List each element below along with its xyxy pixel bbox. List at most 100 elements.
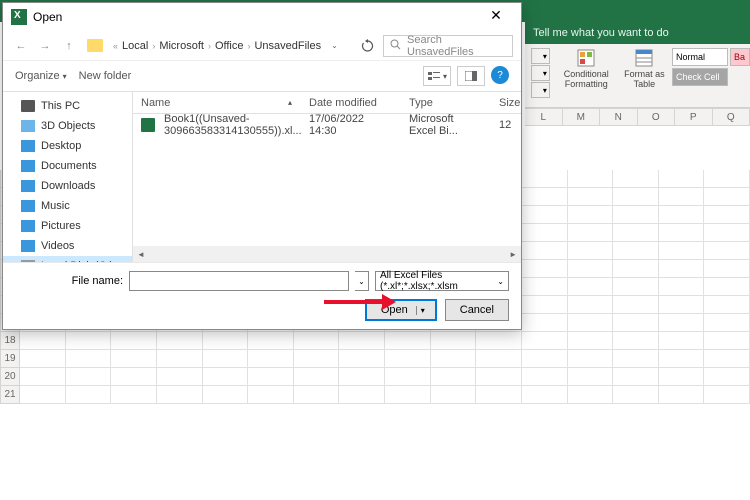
cell[interactable] [704,368,750,386]
cell[interactable] [66,332,112,350]
cell[interactable] [294,386,340,404]
tree-item-this-pc[interactable]: This PC [3,96,132,116]
cell[interactable] [66,368,112,386]
cell[interactable] [704,332,750,350]
filename-input[interactable] [129,271,349,291]
cell[interactable] [704,350,750,368]
cancel-button[interactable]: Cancel [445,299,509,321]
cell[interactable] [568,206,614,224]
cell[interactable] [659,332,705,350]
ribbon-dropdown-2[interactable]: ▾ [531,65,550,81]
cell[interactable] [613,242,659,260]
cell[interactable] [522,188,568,206]
col-header[interactable]: L [525,108,563,126]
cell[interactable] [659,368,705,386]
style-normal[interactable]: Normal [672,48,728,66]
tree-item-music[interactable]: Music [3,196,132,216]
cell[interactable] [568,278,614,296]
breadcrumb[interactable]: « Local› Microsoft› Office› UnsavedFiles… [111,40,353,52]
cell[interactable] [294,350,340,368]
cell[interactable] [157,368,203,386]
cell[interactable] [659,296,705,314]
breadcrumb-seg[interactable]: Microsoft [159,40,204,52]
cell[interactable] [522,314,568,332]
cell[interactable] [385,386,431,404]
cell[interactable] [476,386,522,404]
cell[interactable] [248,368,294,386]
cell[interactable] [704,260,750,278]
cell[interactable] [339,386,385,404]
cell[interactable] [522,170,568,188]
search-input[interactable]: Search UnsavedFiles [383,35,513,57]
cell[interactable] [203,368,249,386]
cell[interactable] [294,332,340,350]
row-header[interactable]: 20 [0,368,20,386]
cell[interactable] [659,242,705,260]
file-list[interactable]: Name▴ Date modified Type Size Book1((Uns… [133,92,521,262]
col-header[interactable]: N [600,108,638,126]
close-button[interactable]: ✕ [479,4,513,26]
cell[interactable] [613,296,659,314]
col-header[interactable]: Q [713,108,750,126]
format-as-table-button[interactable]: Format as Table [623,48,666,90]
cell[interactable] [568,368,614,386]
cell[interactable] [203,332,249,350]
horizontal-scrollbar[interactable] [133,246,521,262]
cell[interactable] [385,332,431,350]
cell[interactable] [704,278,750,296]
cell[interactable] [66,350,112,368]
open-button[interactable]: Open▾ [365,299,437,321]
cell[interactable] [385,368,431,386]
refresh-button[interactable] [357,35,379,57]
cell[interactable] [659,350,705,368]
cell[interactable] [522,368,568,386]
conditional-formatting-button[interactable]: Conditional Formatting [556,48,617,90]
cell[interactable] [111,350,157,368]
cell[interactable] [568,296,614,314]
cell[interactable] [613,278,659,296]
cell[interactable] [522,386,568,404]
file-type-filter[interactable]: All Excel Files (*.xl*;*.xlsx;*.xlsm⌄ [375,271,509,291]
cell[interactable] [339,332,385,350]
cell[interactable] [522,296,568,314]
cell[interactable] [203,350,249,368]
cell[interactable] [476,368,522,386]
breadcrumb-dropdown-icon[interactable]: ⌄ [331,41,338,50]
cell[interactable] [248,350,294,368]
cell[interactable] [613,206,659,224]
cell[interactable] [659,224,705,242]
tree-item-pictures[interactable]: Pictures [3,216,132,236]
cell[interactable] [613,260,659,278]
tree-item-3d-objects[interactable]: 3D Objects [3,116,132,136]
cell[interactable] [157,386,203,404]
up-button[interactable]: ↑ [59,36,79,56]
style-bad[interactable]: Ba [730,48,750,66]
cell[interactable] [431,332,477,350]
cell[interactable] [248,386,294,404]
cell[interactable] [339,350,385,368]
cell[interactable] [111,386,157,404]
cell[interactable] [659,278,705,296]
cell[interactable] [659,206,705,224]
cell[interactable] [568,314,614,332]
cell[interactable] [522,242,568,260]
cell[interactable] [476,332,522,350]
cell[interactable] [157,350,203,368]
row-header[interactable]: 21 [0,386,20,404]
cell[interactable] [294,368,340,386]
breadcrumb-seg[interactable]: UnsavedFiles [254,40,321,52]
cell[interactable] [704,188,750,206]
tree-item-documents[interactable]: Documents [3,156,132,176]
preview-pane-button[interactable] [457,66,485,86]
cell[interactable] [568,260,614,278]
cell[interactable] [522,350,568,368]
cell[interactable] [568,332,614,350]
cell[interactable] [522,260,568,278]
cell[interactable] [339,368,385,386]
cell[interactable] [568,350,614,368]
ribbon-dropdown-3[interactable]: ▾ [531,82,550,98]
cell[interactable] [568,188,614,206]
cell[interactable] [613,350,659,368]
cell[interactable] [248,332,294,350]
cell[interactable] [20,386,66,404]
